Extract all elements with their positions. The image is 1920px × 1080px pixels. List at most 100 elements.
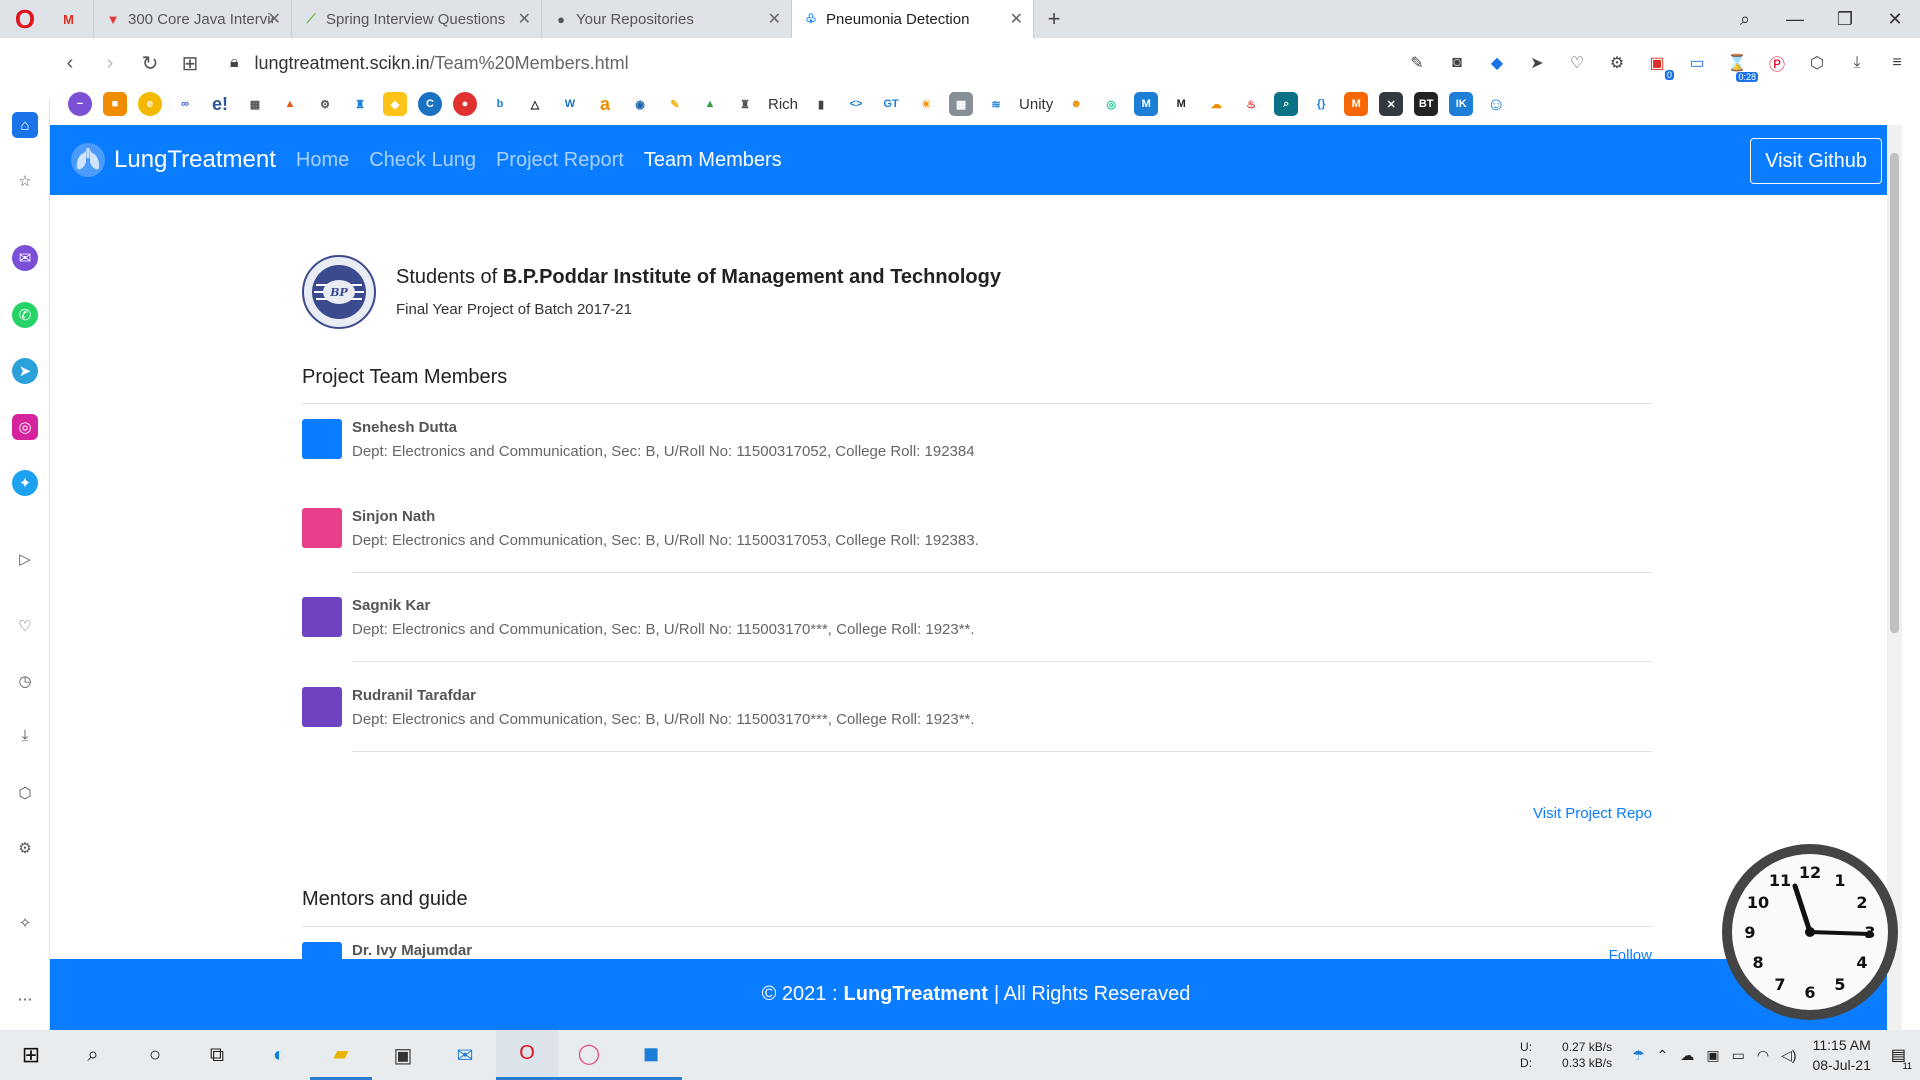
- meet-icon[interactable]: ▣: [1706, 1047, 1719, 1064]
- app-icon[interactable]: ◼: [620, 1030, 682, 1080]
- twitter-icon[interactable]: ✦: [12, 470, 38, 496]
- bookmark-icon[interactable]: −: [68, 92, 92, 116]
- bookmark-icon[interactable]: ☁: [1204, 92, 1228, 116]
- bookmark-icon[interactable]: BT: [1414, 92, 1439, 116]
- bookmark-icon[interactable]: e!: [208, 92, 232, 116]
- send-icon[interactable]: ➤: [1524, 50, 1550, 76]
- close-tab-icon[interactable]: ✕: [518, 9, 531, 29]
- store-icon[interactable]: ▣: [372, 1030, 434, 1080]
- close-window-button[interactable]: ✕: [1870, 9, 1920, 30]
- reload-button[interactable]: ↻: [130, 51, 170, 76]
- instagram-icon[interactable]: ◎: [12, 414, 38, 440]
- bookmark-icon[interactable]: ✎: [663, 92, 687, 116]
- bookmark-icon[interactable]: ⌕: [1274, 92, 1299, 116]
- menu-icon[interactable]: ≡: [1884, 50, 1910, 76]
- chevron-up-icon[interactable]: ⌃: [1657, 1047, 1669, 1064]
- player-icon[interactable]: ▷: [12, 546, 38, 572]
- drive-icon[interactable]: ▲: [698, 92, 722, 116]
- task-view-icon[interactable]: ⧉: [186, 1030, 248, 1080]
- cortana-icon[interactable]: ○: [124, 1030, 186, 1080]
- bookmark-icon[interactable]: IK: [1449, 92, 1474, 116]
- close-tab-icon[interactable]: ✕: [1010, 9, 1023, 29]
- heart-icon[interactable]: ♡: [12, 613, 38, 639]
- tab-pneumonia-detection[interactable]: ♧ Pneumonia Detection ✕: [792, 0, 1034, 38]
- amazon-icon[interactable]: a: [593, 92, 617, 116]
- bookmark-icon[interactable]: {}: [1309, 92, 1333, 116]
- vpn-shield-icon[interactable]: ◆: [1484, 50, 1510, 76]
- opera-gx-icon[interactable]: ◯: [558, 1030, 620, 1080]
- bookmark-icon[interactable]: ●: [453, 92, 477, 116]
- unity-icon[interactable]: ≋: [984, 92, 1008, 116]
- edit-icon[interactable]: ✎: [1404, 50, 1430, 76]
- bookmark-icon[interactable]: ∞: [173, 92, 197, 116]
- weather-icon[interactable]: ☂: [1632, 1047, 1645, 1064]
- wifi-icon[interactable]: ◠: [1757, 1047, 1769, 1064]
- edge-icon[interactable]: ◐: [248, 1030, 310, 1080]
- cube-icon[interactable]: ⬡: [1804, 50, 1830, 76]
- bookmark-icon[interactable]: ◎: [1099, 92, 1123, 116]
- downloads-icon[interactable]: ⤓: [12, 722, 38, 748]
- download-icon[interactable]: ⤓: [1844, 50, 1870, 76]
- bookmark-icon[interactable]: ⚙: [313, 92, 337, 116]
- cube-icon[interactable]: ⬡: [12, 780, 38, 806]
- lightbulb-icon[interactable]: ✧: [12, 910, 38, 936]
- whatsapp-icon[interactable]: ✆: [12, 302, 38, 328]
- pinterest-icon[interactable]: Ⓟ: [1764, 50, 1790, 76]
- bookmark-icon[interactable]: W: [558, 92, 582, 116]
- bookmark-icon[interactable]: e: [138, 92, 162, 116]
- volume-icon[interactable]: ◁): [1781, 1047, 1796, 1064]
- battery-icon[interactable]: ▭: [1732, 1047, 1745, 1064]
- onedrive-icon[interactable]: ☁: [1680, 1047, 1694, 1064]
- bookmark-icon[interactable]: M: [1169, 92, 1193, 116]
- tab-github-repositories[interactable]: ● Your Repositories ✕: [542, 0, 792, 38]
- tab-spring-questions[interactable]: ⟋ Spring Interview Questions ✕: [292, 0, 542, 38]
- clock-date[interactable]: 11:15 AM 08-Jul-21: [1813, 1035, 1871, 1075]
- home-icon[interactable]: ⌂: [12, 112, 38, 138]
- search-tabs-icon[interactable]: ⌕: [1720, 9, 1770, 30]
- file-explorer-icon[interactable]: ▰: [310, 1030, 372, 1080]
- bookmark-icon[interactable]: ▲: [278, 92, 302, 116]
- screen-icon[interactable]: ▭: [1684, 50, 1710, 76]
- bookmark-icon[interactable]: ▦: [949, 92, 974, 116]
- file-icon[interactable]: ▮: [809, 92, 833, 116]
- bookmark-icon[interactable]: ◉: [628, 92, 652, 116]
- bookmark-icon[interactable]: ■: [103, 92, 127, 116]
- opera-menu-icon[interactable]: O: [0, 0, 50, 38]
- forward-button[interactable]: ›: [90, 52, 130, 75]
- bookmark-icon[interactable]: ♜: [348, 92, 372, 116]
- code-icon[interactable]: <>: [844, 92, 868, 116]
- mail-icon[interactable]: ✉: [434, 1030, 496, 1080]
- badge-extension-icon[interactable]: ▣ 0: [1644, 50, 1674, 80]
- visit-github-button[interactable]: Visit Github: [1750, 138, 1882, 184]
- gt-icon[interactable]: GT: [879, 92, 903, 116]
- bookmark-icon[interactable]: ▦: [243, 92, 267, 116]
- more-icon[interactable]: ⋯: [12, 986, 38, 1012]
- nav-home[interactable]: Home: [296, 149, 349, 172]
- tab-java-questions[interactable]: ▼ 300 Core Java Interview Qu ✕: [94, 0, 292, 38]
- speed-dial-icon[interactable]: ⊞: [170, 51, 210, 76]
- extension-icon[interactable]: ⚙: [1604, 50, 1630, 76]
- bookmark-icon[interactable]: ◆: [383, 92, 407, 116]
- visit-project-repo-link[interactable]: Visit Project Repo: [1533, 805, 1652, 822]
- bookmark-icon[interactable]: ♜: [733, 92, 757, 116]
- close-tab-icon[interactable]: ✕: [268, 9, 281, 29]
- nav-project-report[interactable]: Project Report: [496, 149, 624, 172]
- heart-icon[interactable]: ♡: [1564, 50, 1590, 76]
- minimize-button[interactable]: —: [1770, 9, 1820, 30]
- site-brand[interactable]: LungTreatment: [70, 142, 276, 178]
- telegram-icon[interactable]: ➤: [12, 358, 38, 384]
- bookmark-icon[interactable]: M: [1344, 92, 1369, 116]
- bookmark-icon[interactable]: ☀: [914, 92, 938, 116]
- scrollbar-thumb[interactable]: [1890, 153, 1899, 633]
- new-tab-button[interactable]: +: [1034, 0, 1074, 38]
- history-icon[interactable]: ◷: [12, 668, 38, 694]
- bookmark-icon[interactable]: ✕: [1379, 92, 1404, 116]
- bookmark-rich[interactable]: Rich: [768, 96, 798, 113]
- bookmark-icon[interactable]: ☻: [1064, 92, 1088, 116]
- nav-check-lung[interactable]: Check Lung: [369, 149, 476, 172]
- star-icon[interactable]: ☆: [12, 168, 38, 194]
- start-button[interactable]: ⊞: [0, 1030, 62, 1080]
- address-field[interactable]: 🔒︎ lungtreatment.scikn.in /Team%20Member…: [230, 53, 629, 74]
- camera-icon[interactable]: ◙: [1444, 50, 1470, 76]
- messenger-icon[interactable]: ✉: [12, 245, 38, 271]
